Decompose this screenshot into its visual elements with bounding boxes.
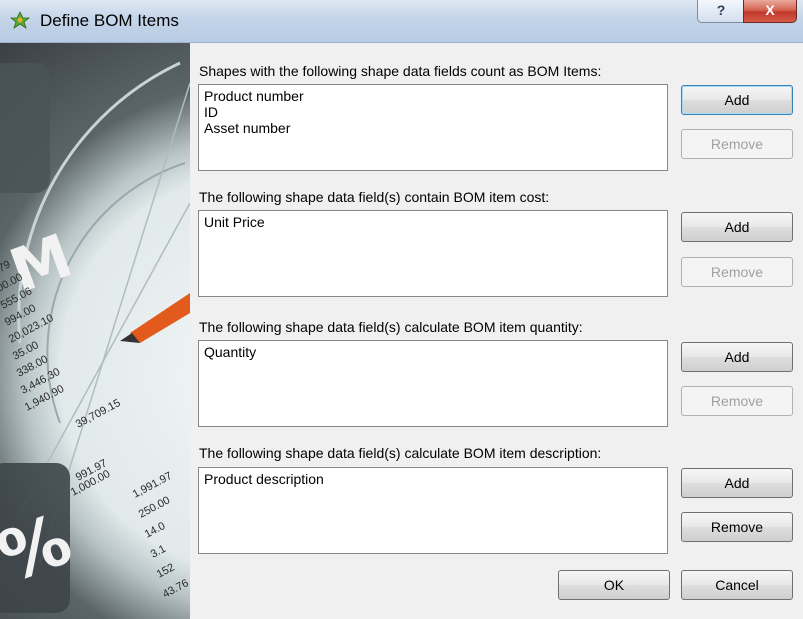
title-bar: Define BOM Items ? X: [0, 0, 803, 43]
list-item[interactable]: Asset number: [204, 120, 662, 136]
image-number-text: 1,991.97: [131, 470, 174, 501]
help-button[interactable]: ?: [697, 0, 745, 23]
image-number-text: 14.0: [143, 520, 168, 541]
list-item[interactable]: Unit Price: [204, 214, 662, 230]
cancel-button[interactable]: Cancel: [681, 570, 793, 600]
quantity-remove-button[interactable]: Remove: [681, 386, 793, 416]
list-item[interactable]: Product description: [204, 471, 662, 487]
image-number-text: 43.76: [161, 577, 190, 601]
list-item[interactable]: Product number: [204, 88, 662, 104]
cost-add-button[interactable]: Add: [681, 212, 793, 242]
description-add-button[interactable]: Add: [681, 468, 793, 498]
image-number-text: 250.00: [137, 494, 172, 520]
decorative-image: M % 379 00.00 555.06 994.00 20,023.10 35.00 33…: [0, 43, 190, 619]
ok-button[interactable]: OK: [558, 570, 670, 600]
bom-items-listbox[interactable]: Product number ID Asset number: [198, 84, 668, 171]
bom-items-remove-button[interactable]: Remove: [681, 129, 793, 159]
close-button[interactable]: X: [743, 0, 797, 23]
quantity-listbox[interactable]: Quantity: [198, 340, 668, 427]
cost-listbox[interactable]: Unit Price: [198, 210, 668, 297]
cost-remove-button[interactable]: Remove: [681, 257, 793, 287]
quantity-label: The following shape data field(s) calcul…: [199, 319, 583, 335]
calculator-illustration: M % 37900.00555.06994.0020,023.1035.0033…: [0, 61, 190, 613]
description-listbox[interactable]: Product description: [198, 467, 668, 554]
bom-items-add-button[interactable]: Add: [681, 85, 793, 115]
bom-items-label: Shapes with the following shape data fie…: [199, 63, 602, 79]
window-title: Define BOM Items: [40, 11, 179, 30]
image-number-text: 3.1: [149, 543, 168, 561]
list-item[interactable]: ID: [204, 104, 662, 120]
quantity-add-button[interactable]: Add: [681, 342, 793, 372]
visio-app-icon: [9, 10, 31, 30]
cost-label: The following shape data field(s) contai…: [199, 189, 550, 205]
description-label: The following shape data field(s) calcul…: [199, 445, 602, 461]
description-remove-button[interactable]: Remove: [681, 512, 793, 542]
image-number-text: 152: [155, 561, 177, 580]
list-item[interactable]: Quantity: [204, 344, 662, 360]
